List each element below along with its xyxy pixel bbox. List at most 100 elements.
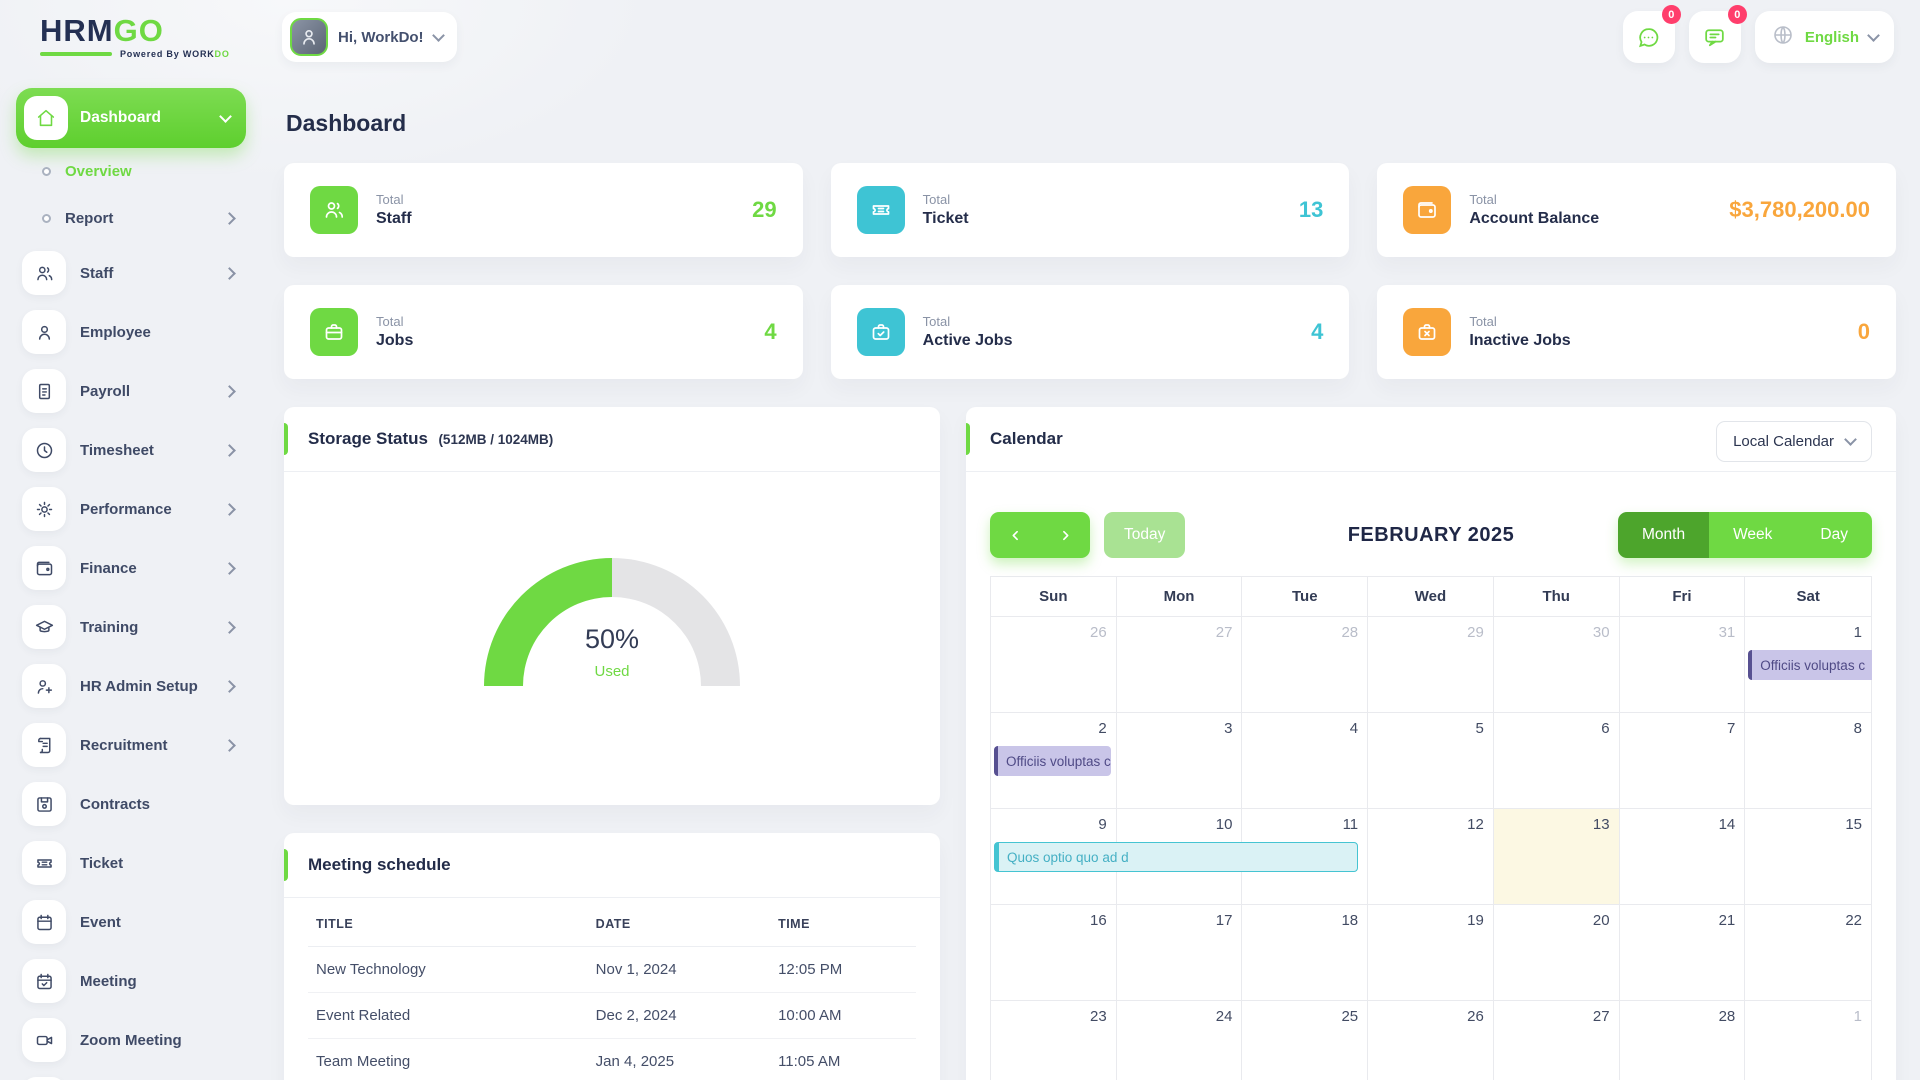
panel-accent-bar [284, 849, 288, 881]
sidebar-item-report[interactable]: Report [16, 195, 246, 242]
briefcase-check-icon-tile [857, 308, 905, 356]
notifications-button[interactable]: 0 [1689, 11, 1741, 63]
calendar-next-button[interactable] [1040, 512, 1090, 558]
calendar-cell-25[interactable]: 25 [1242, 1001, 1368, 1080]
calendar-day-header: Wed [1368, 577, 1494, 617]
meeting-cell: 10:00 AM [770, 993, 916, 1039]
sidebar-item-finance[interactable]: Finance [16, 540, 246, 596]
wallet-icon-tile [1403, 186, 1451, 234]
sidebar-item-event[interactable]: Event [16, 894, 246, 950]
sidebar-icon-tile [22, 841, 66, 885]
calendar-cell-20[interactable]: 20 [1494, 905, 1620, 1001]
sidebar-icon-tile [22, 723, 66, 767]
messages-button[interactable]: 0 [1623, 11, 1675, 63]
calendar-cell-1[interactable]: 1Officiis voluptas c [1745, 617, 1871, 713]
panel-accent-bar [966, 423, 970, 455]
sidebar-item-timesheet[interactable]: Timesheet [16, 422, 246, 478]
calendar-cell-21[interactable]: 21 [1620, 905, 1746, 1001]
calendar-cell-4[interactable]: 4 [1242, 713, 1368, 809]
calendar-cell-27[interactable]: 27 [1494, 1001, 1620, 1080]
briefcase-x-icon [1415, 320, 1439, 344]
sidebar-item-zoom-meeting[interactable]: Zoom Meeting [16, 1012, 246, 1068]
brand-powered-by: Powered By WORKDO [40, 49, 264, 59]
calendar-cell-13[interactable]: 13 [1494, 809, 1620, 905]
stat-meta: TotalInactive Jobs [1469, 314, 1570, 350]
calendar-cell-3[interactable]: 3 [1117, 713, 1243, 809]
stat-card-inactive-jobs[interactable]: TotalInactive Jobs 0 [1377, 285, 1896, 379]
calendar-cell-28[interactable]: 28 [1620, 1001, 1746, 1080]
calendar-event[interactable]: Officiis voluptas c [1748, 650, 1872, 680]
calendar-cell-26[interactable]: 26 [1368, 1001, 1494, 1080]
calendar-cell-19[interactable]: 19 [1368, 905, 1494, 1001]
stat-card-staff[interactable]: TotalStaff29 [284, 163, 803, 257]
sidebar-item-assets[interactable]: Assets [16, 1071, 246, 1080]
sidebar-item-recruitment[interactable]: Recruitment [16, 717, 246, 773]
user-menu[interactable]: Hi, WorkDo! [282, 12, 457, 62]
storage-title: Storage Status [308, 429, 428, 448]
sidebar-item-overview[interactable]: Overview [16, 148, 246, 195]
briefcase-x-icon-tile [1403, 308, 1451, 356]
sidebar-item-hr-admin-setup[interactable]: HR Admin Setup [16, 658, 246, 714]
calendar-cell-29[interactable]: 29 [1368, 617, 1494, 713]
calendar-cell-23[interactable]: 23 [991, 1001, 1117, 1080]
calendar-cell-18[interactable]: 18 [1242, 905, 1368, 1001]
stat-value: 0 [1858, 319, 1870, 345]
calendar-cell-12[interactable]: 12 [1368, 809, 1494, 905]
calendar-cell-2[interactable]: 2Officiis voluptas c [991, 713, 1117, 809]
chevron-right-icon [223, 739, 236, 752]
sidebar-item-training[interactable]: Training [16, 599, 246, 655]
meeting-row[interactable]: Team MeetingJan 4, 202511:05 AM [308, 1039, 916, 1080]
calendar-cell-30[interactable]: 30 [1494, 617, 1620, 713]
stat-card-active-jobs[interactable]: TotalActive Jobs4 [831, 285, 1350, 379]
sidebar-item-label: Meeting [80, 973, 137, 990]
stat-card-jobs[interactable]: TotalJobs4 [284, 285, 803, 379]
calendar-cell-7[interactable]: 7 [1620, 713, 1746, 809]
sidebar-item-ticket[interactable]: Ticket [16, 835, 246, 891]
calendar-cell-17[interactable]: 17 [1117, 905, 1243, 1001]
calendar-day-header: Sun [991, 577, 1117, 617]
calendar-cell-5[interactable]: 5 [1368, 713, 1494, 809]
chevron-right-icon [223, 621, 236, 634]
calendar-view-day[interactable]: Day [1796, 512, 1872, 558]
calendar-cell-31[interactable]: 31 [1620, 617, 1746, 713]
sidebar-icon-tile [22, 546, 66, 590]
language-selector[interactable]: English [1755, 11, 1894, 63]
calendar-cell-26[interactable]: 26 [991, 617, 1117, 713]
calendar-day-number: 31 [1719, 624, 1736, 641]
stat-label: Inactive Jobs [1469, 332, 1570, 350]
calendar-cell-22[interactable]: 22 [1745, 905, 1871, 1001]
calendar-view-month[interactable]: Month [1618, 512, 1709, 558]
calendar-prev-button[interactable] [990, 512, 1040, 558]
ticket-icon [34, 853, 55, 874]
calendar-cell-16[interactable]: 16 [991, 905, 1117, 1001]
calendar-cell-8[interactable]: 8 [1745, 713, 1871, 809]
stat-label: Jobs [376, 332, 413, 350]
calendar-cell-9[interactable]: 9Quos optio quo ad d [991, 809, 1117, 905]
calendar-cell-24[interactable]: 24 [1117, 1001, 1243, 1080]
chevron-right-icon [223, 444, 236, 457]
sidebar-item-meeting[interactable]: Meeting [16, 953, 246, 1009]
meeting-row[interactable]: New TechnologyNov 1, 202412:05 PM [308, 947, 916, 993]
sidebar-item-label: Zoom Meeting [80, 1032, 182, 1049]
sidebar-item-contracts[interactable]: Contracts [16, 776, 246, 832]
calendar-cell-28[interactable]: 28 [1242, 617, 1368, 713]
calendar-cell-14[interactable]: 14 [1620, 809, 1746, 905]
sidebar-item-performance[interactable]: Performance [16, 481, 246, 537]
calendar-cell-15[interactable]: 15 [1745, 809, 1871, 905]
calendar-event[interactable]: Quos optio quo ad d [994, 842, 1358, 872]
meeting-row[interactable]: Event RelatedDec 2, 202410:00 AM [308, 993, 916, 1039]
calendar-view-week[interactable]: Week [1709, 512, 1796, 558]
sidebar-item-payroll[interactable]: Payroll [16, 363, 246, 419]
stat-card-ticket[interactable]: TotalTicket13 [831, 163, 1350, 257]
stat-card-account-balance[interactable]: TotalAccount Balance$3,780,200.00 [1377, 163, 1896, 257]
calendar-event[interactable]: Officiis voluptas c [994, 746, 1111, 776]
calendar-cell-6[interactable]: 6 [1494, 713, 1620, 809]
calendar-cell-27[interactable]: 27 [1117, 617, 1243, 713]
sidebar-item-staff[interactable]: Staff [16, 245, 246, 301]
calendar-source-select[interactable]: Local Calendar [1716, 421, 1872, 462]
calendar-cell-1[interactable]: 1 [1745, 1001, 1871, 1080]
sidebar-item-dashboard[interactable]: Dashboard [16, 88, 246, 148]
sidebar-item-employee[interactable]: Employee [16, 304, 246, 360]
messages-badge: 0 [1662, 5, 1681, 24]
calendar-today-button[interactable]: Today [1104, 512, 1185, 558]
